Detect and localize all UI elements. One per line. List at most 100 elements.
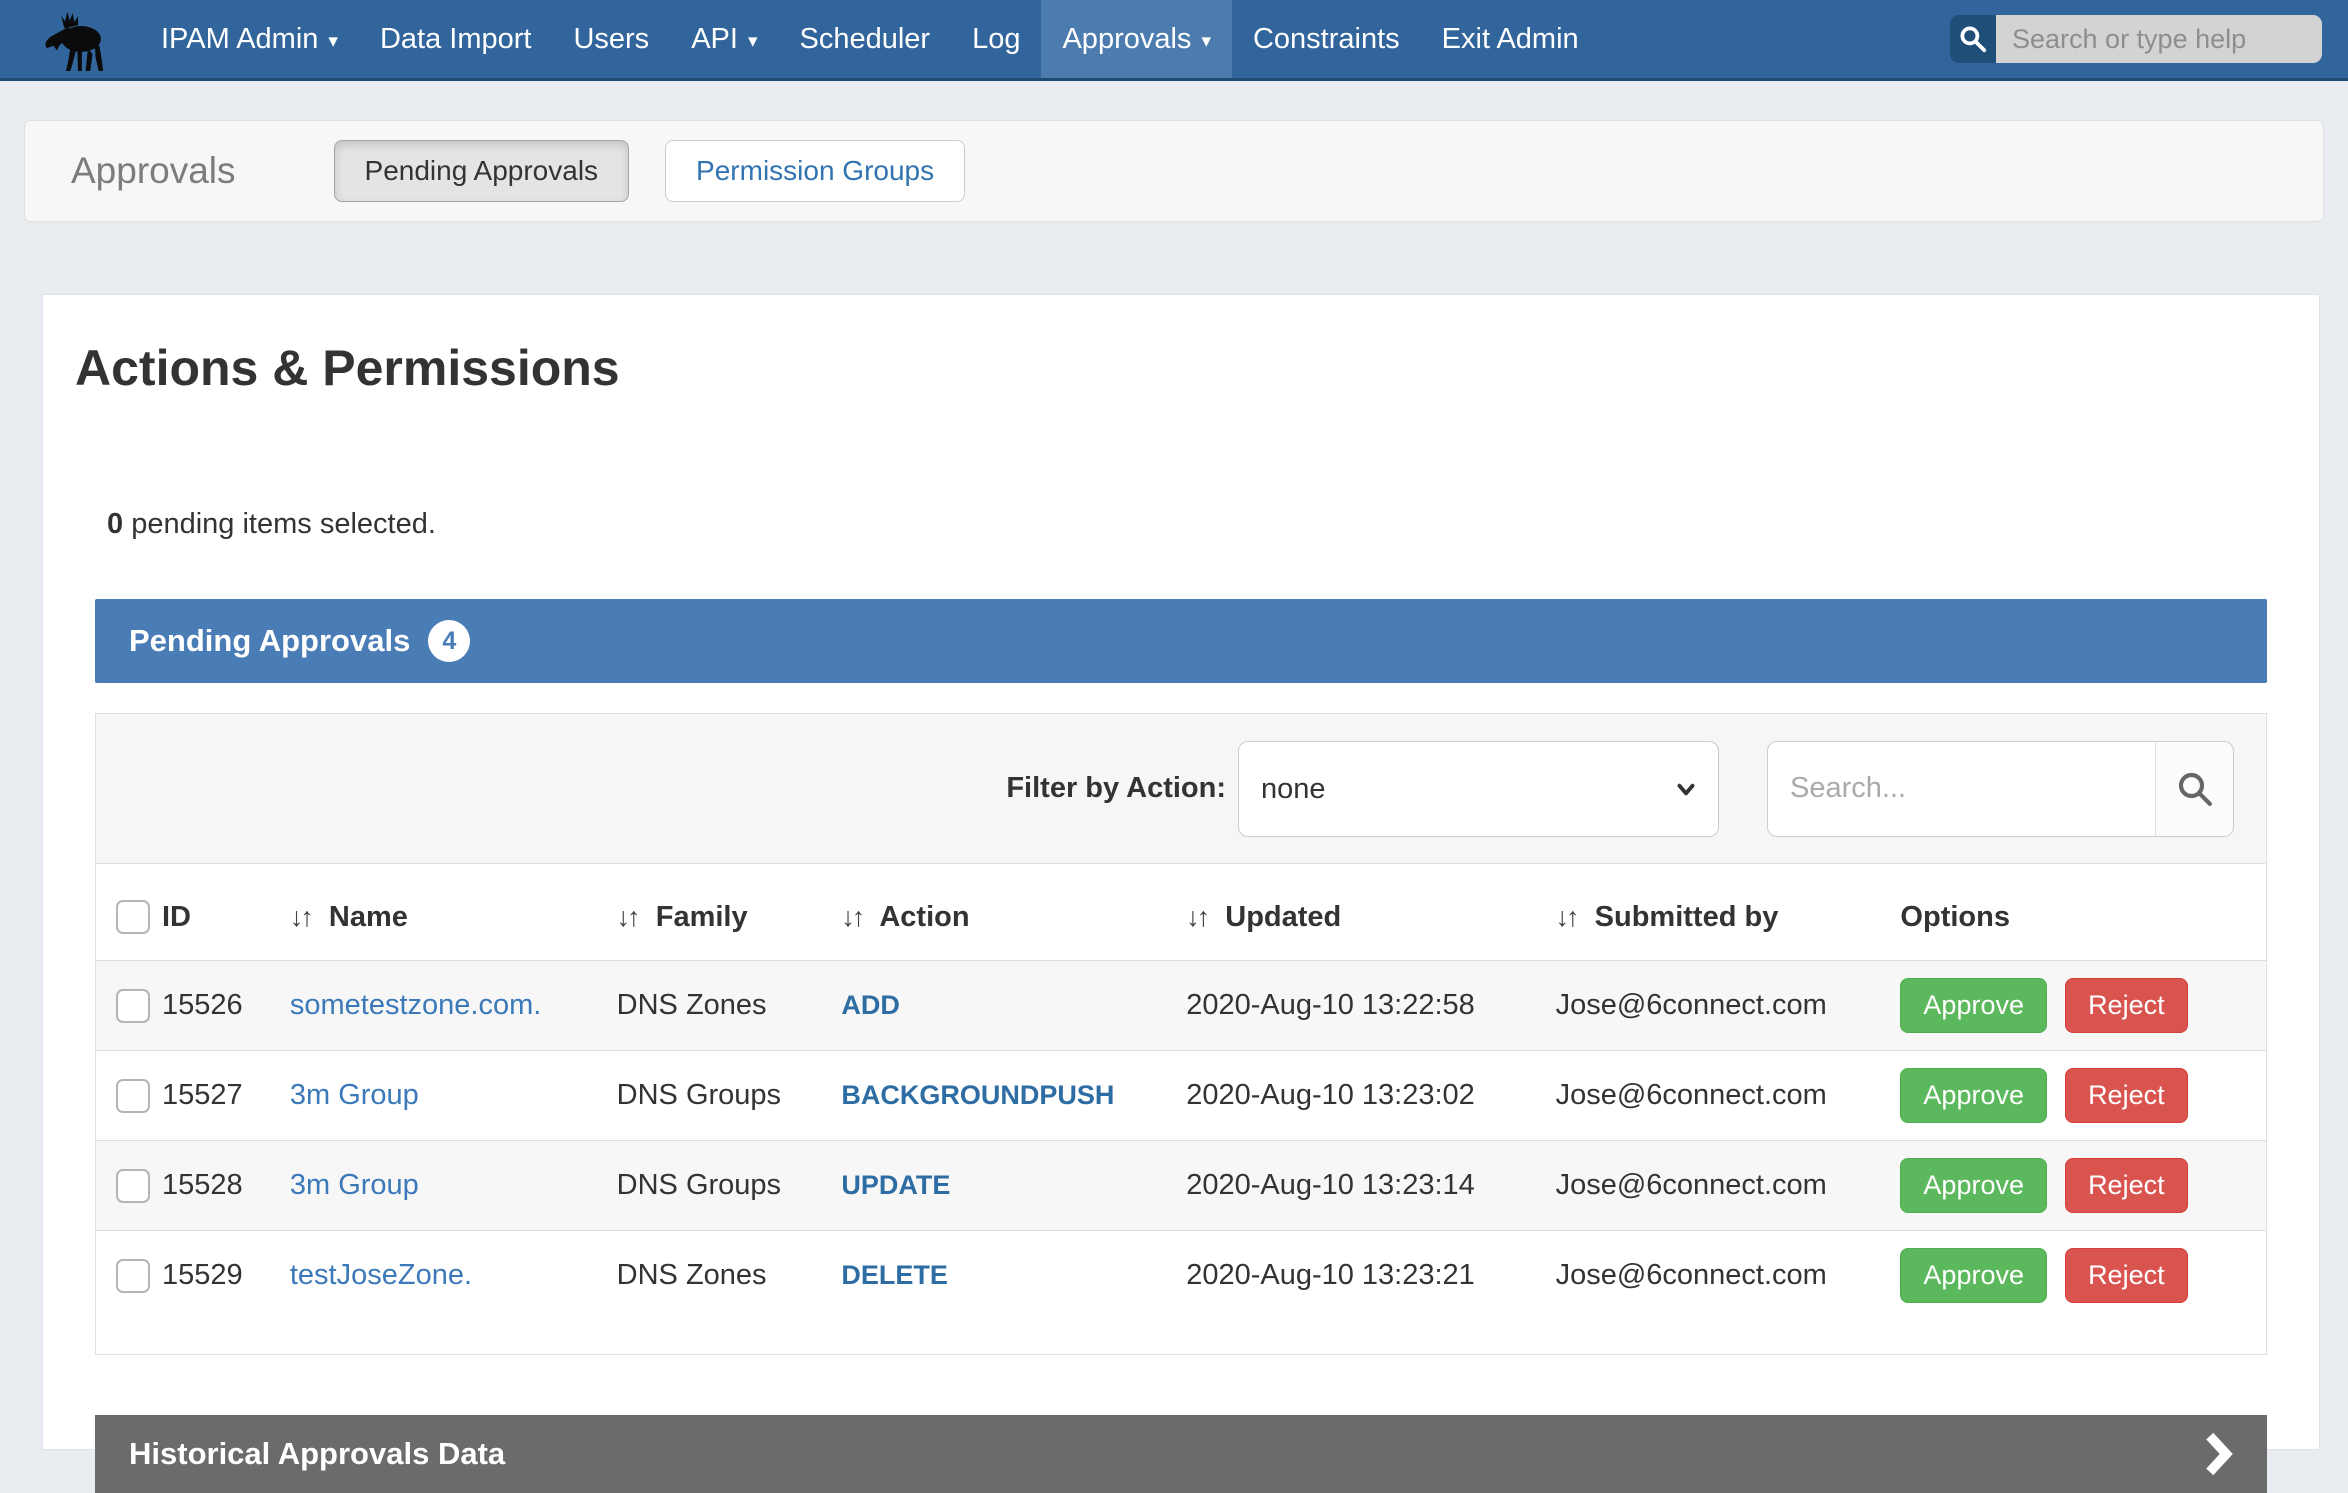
nav-item-label: API — [691, 23, 738, 56]
tab-permission-groups[interactable]: Permission Groups — [665, 140, 965, 202]
nav-item-label: Exit Admin — [1442, 23, 1579, 56]
historical-approvals-title: Historical Approvals Data — [129, 1436, 2203, 1472]
sort-icon: ↓↑ — [1186, 902, 1207, 932]
sort-icon: ↓↑ — [841, 902, 862, 932]
cell-name-link[interactable]: 3m Group — [290, 1079, 419, 1111]
reject-button[interactable]: Reject — [2065, 978, 2188, 1033]
caret-down-icon: ▾ — [328, 30, 338, 53]
cell-submitted-by: Jose@6connect.com — [1556, 1051, 1901, 1141]
table-row: 15526 sometestzone.com. DNS Zones ADD 20… — [96, 961, 2266, 1051]
row-checkbox[interactable] — [116, 1079, 150, 1113]
cell-id: 15529 — [162, 1231, 290, 1321]
table-bottom-padding — [96, 1320, 2266, 1354]
actions-permissions-card: Actions & Permissions 0 pending items se… — [42, 294, 2320, 1450]
cell-submitted-by: Jose@6connect.com — [1556, 1141, 1901, 1231]
cell-name-link[interactable]: sometestzone.com. — [290, 989, 541, 1021]
selected-count: 0 — [107, 508, 123, 540]
nav-item-label: Users — [573, 23, 649, 56]
table-header-row: ID ↓↑ Name ↓↑ Family ↓↑ Action — [96, 864, 2266, 961]
cell-submitted-by: Jose@6connect.com — [1556, 1231, 1901, 1321]
cell-action-link[interactable]: ADD — [841, 990, 900, 1020]
global-search-input[interactable] — [1996, 15, 2322, 63]
cell-updated: 2020-Aug-10 13:23:14 — [1186, 1141, 1555, 1231]
pending-approvals-panel-header: Pending Approvals 4 — [95, 599, 2267, 683]
cell-updated: 2020-Aug-10 13:22:58 — [1186, 961, 1555, 1051]
historical-approvals-accordion[interactable]: Historical Approvals Data — [95, 1415, 2267, 1493]
column-header-updated[interactable]: ↓↑ Updated — [1186, 864, 1555, 961]
table-search-input[interactable] — [1767, 741, 2156, 837]
nav-item-scheduler[interactable]: Scheduler — [778, 0, 951, 78]
row-checkbox[interactable] — [116, 989, 150, 1023]
cell-name-link[interactable]: testJoseZone. — [290, 1259, 472, 1291]
pending-count-badge: 4 — [428, 620, 470, 662]
approvals-table-container: Filter by Action: none — [95, 713, 2267, 1355]
cell-family: DNS Zones — [617, 1231, 842, 1321]
cell-action-link[interactable]: DELETE — [841, 1260, 948, 1290]
column-header-family[interactable]: ↓↑ Family — [617, 864, 842, 961]
cell-id: 15528 — [162, 1141, 290, 1231]
action-filter-select[interactable]: none — [1238, 741, 1719, 837]
caret-down-icon: ▾ — [748, 30, 758, 53]
action-filter: none — [1238, 741, 1719, 837]
page-section-title: Approvals — [71, 150, 236, 192]
cell-updated: 2020-Aug-10 13:23:21 — [1186, 1231, 1555, 1321]
cell-submitted-by: Jose@6connect.com — [1556, 961, 1901, 1051]
column-header-action[interactable]: ↓↑ Action — [841, 864, 1186, 961]
nav-item-approvals[interactable]: Approvals ▾ — [1041, 0, 1232, 78]
cell-name-link[interactable]: 3m Group — [290, 1169, 419, 1201]
nav-menu: IPAM Admin ▾ Data Import Users API ▾ Sch… — [140, 0, 1600, 78]
row-checkbox[interactable] — [116, 1169, 150, 1203]
selected-text: pending items selected. — [131, 508, 436, 540]
cell-updated: 2020-Aug-10 13:23:02 — [1186, 1051, 1555, 1141]
moose-logo-icon[interactable] — [36, 6, 114, 78]
approvals-subheader: Approvals Pending Approvals Permission G… — [24, 120, 2324, 222]
table-row: 15529 testJoseZone. DNS Zones DELETE 202… — [96, 1231, 2266, 1321]
sort-icon: ↓↑ — [290, 902, 311, 932]
table-row: 15527 3m Group DNS Groups BACKGROUNDPUSH… — [96, 1051, 2266, 1141]
nav-item-log[interactable]: Log — [951, 0, 1041, 78]
cell-action-link[interactable]: UPDATE — [841, 1170, 950, 1200]
global-search — [1950, 15, 2322, 63]
approve-button[interactable]: Approve — [1900, 1248, 2047, 1303]
nav-item-users[interactable]: Users — [552, 0, 670, 78]
reject-button[interactable]: Reject — [2065, 1158, 2188, 1213]
column-header-options: Options — [1900, 864, 2266, 961]
nav-item-data-import[interactable]: Data Import — [359, 0, 553, 78]
table-search-group — [1767, 741, 2234, 837]
selection-status: 0 pending items selected. — [107, 508, 2267, 541]
sort-icon: ↓↑ — [617, 902, 638, 932]
panel-title: Pending Approvals — [129, 623, 410, 659]
reject-button[interactable]: Reject — [2065, 1068, 2188, 1123]
chevron-right-icon — [2203, 1432, 2233, 1476]
nav-item-exit-admin[interactable]: Exit Admin — [1421, 0, 1600, 78]
nav-item-label: Data Import — [380, 23, 532, 56]
cell-id: 15527 — [162, 1051, 290, 1141]
column-header-name[interactable]: ↓↑ Name — [290, 864, 617, 961]
approve-button[interactable]: Approve — [1900, 1068, 2047, 1123]
cell-family: DNS Zones — [617, 961, 842, 1051]
cell-id: 15526 — [162, 961, 290, 1051]
cell-family: DNS Groups — [617, 1051, 842, 1141]
nav-item-label: Scheduler — [799, 23, 930, 56]
pending-approvals-table: ID ↓↑ Name ↓↑ Family ↓↑ Action — [96, 864, 2266, 1320]
nav-spacer — [1600, 0, 1950, 78]
table-row: 15528 3m Group DNS Groups UPDATE 2020-Au… — [96, 1141, 2266, 1231]
filter-by-action-label: Filter by Action: — [1006, 772, 1226, 805]
table-search-button[interactable] — [2156, 741, 2234, 837]
row-checkbox[interactable] — [116, 1259, 150, 1293]
column-header-submitted-by[interactable]: ↓↑ Submitted by — [1556, 864, 1901, 961]
nav-item-ipam-admin[interactable]: IPAM Admin ▾ — [140, 0, 359, 78]
approve-button[interactable]: Approve — [1900, 1158, 2047, 1213]
sort-icon: ↓↑ — [1556, 902, 1577, 932]
nav-item-label: Approvals — [1062, 23, 1191, 56]
search-icon[interactable] — [1950, 15, 1996, 63]
column-header-id: ID — [162, 864, 290, 961]
nav-item-api[interactable]: API ▾ — [670, 0, 778, 78]
approve-button[interactable]: Approve — [1900, 978, 2047, 1033]
nav-item-constraints[interactable]: Constraints — [1232, 0, 1421, 78]
reject-button[interactable]: Reject — [2065, 1248, 2188, 1303]
cell-action-link[interactable]: BACKGROUNDPUSH — [841, 1080, 1114, 1110]
page-title: Actions & Permissions — [75, 341, 2267, 396]
tab-pending-approvals[interactable]: Pending Approvals — [334, 140, 630, 202]
select-all-checkbox[interactable] — [116, 900, 150, 934]
